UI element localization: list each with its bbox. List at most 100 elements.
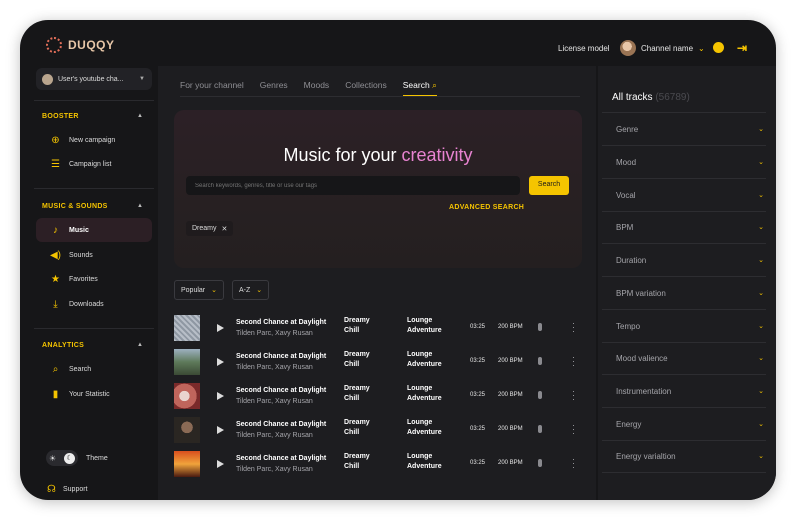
track-artist[interactable]: Tilden Parc, Xavy Rusan xyxy=(236,330,313,337)
track-row[interactable]: Second Chance at Daylight Tilden Parc, X… xyxy=(174,417,580,445)
sidebar-item-statistic[interactable]: ▮ Your Statistic xyxy=(36,382,152,406)
track-genres: Lounge Adventure xyxy=(407,418,457,438)
track-artist[interactable]: Tilden Parc, Xavy Rusan xyxy=(236,432,313,439)
filter-label: Vocal xyxy=(616,191,636,200)
track-row[interactable]: Second Chance at Daylight Tilden Parc, X… xyxy=(174,349,580,377)
notification-icon[interactable] xyxy=(713,42,724,53)
track-title[interactable]: Second Chance at Daylight xyxy=(236,319,326,326)
search-icon: ⌕ xyxy=(52,363,59,375)
track-title[interactable]: Second Chance at Daylight xyxy=(236,421,326,428)
sidebar-item-downloads[interactable]: ⤓ Downloads xyxy=(36,292,152,316)
divider xyxy=(602,178,766,179)
track-mood: Chill xyxy=(344,463,360,470)
divider xyxy=(34,100,154,101)
track-cover xyxy=(174,383,200,409)
filter-energy-variation[interactable]: Energy varialtion ⌄ xyxy=(616,452,764,461)
more-options-icon[interactable]: · · · xyxy=(572,421,575,438)
chevron-down-icon: ▼ xyxy=(139,76,145,82)
track-genres: Lounge Adventure xyxy=(407,452,457,472)
license-model-link[interactable]: License model xyxy=(558,44,610,53)
track-row[interactable]: Second Chance at Daylight Tilden Parc, X… xyxy=(174,451,580,479)
track-artist[interactable]: Tilden Parc, Xavy Rusan xyxy=(236,466,313,473)
hero-title-prefix: Music for your xyxy=(283,145,402,165)
sidebar-item-new-campaign[interactable]: ⊕ New campaign xyxy=(36,128,152,152)
tab-for-your-channel[interactable]: For your channel xyxy=(180,80,244,96)
track-duration: 03:25 xyxy=(470,358,486,364)
track-row[interactable]: Second Chance at Daylight Tilden Parc, X… xyxy=(174,315,580,343)
filter-genre[interactable]: Genre ⌄ xyxy=(616,125,764,134)
search-button[interactable]: Search xyxy=(529,176,569,195)
tab-search[interactable]: Search ⌕ xyxy=(402,80,437,96)
play-icon[interactable] xyxy=(217,358,224,366)
filter-duration[interactable]: Duration ⌄ xyxy=(616,256,764,265)
filter-instrumentation[interactable]: Instrumentation ⌄ xyxy=(616,387,764,396)
more-options-icon[interactable]: · · · xyxy=(572,353,575,370)
advanced-search-link[interactable]: ADVANCED SEARCH xyxy=(449,204,524,211)
chevron-down-icon: ⌄ xyxy=(758,159,764,166)
channel-select[interactable]: User's youtube cha... ▼ xyxy=(36,68,152,90)
sort-popular-select[interactable]: Popular ⌄ xyxy=(174,280,225,300)
microphone-icon xyxy=(538,391,542,399)
tab-genres[interactable]: Genres xyxy=(260,80,288,96)
play-icon[interactable] xyxy=(217,426,224,434)
filter-label: Energy varialtion xyxy=(616,452,676,461)
track-title[interactable]: Second Chance at Daylight xyxy=(236,353,326,360)
sidebar-item-search[interactable]: ⌕ Search xyxy=(36,357,152,381)
filter-tempo[interactable]: Tempo ⌄ xyxy=(616,322,764,331)
sidebar-item-favorites[interactable]: ★ Favorites xyxy=(36,267,152,291)
play-icon[interactable] xyxy=(217,460,224,468)
search-input[interactable] xyxy=(186,176,520,195)
plus-circle-icon: ⊕ xyxy=(51,134,60,146)
divider xyxy=(602,276,766,277)
track-title[interactable]: Second Chance at Daylight xyxy=(236,455,326,462)
chevron-up-icon[interactable]: ▲ xyxy=(137,342,143,348)
sidebar-item-campaign-list[interactable]: ☰ Campaign list xyxy=(36,152,152,176)
logo[interactable]: DUQQY xyxy=(46,37,115,53)
sidebar-item-music[interactable]: ♪ Music xyxy=(36,218,152,242)
tab-moods[interactable]: Moods xyxy=(304,80,330,96)
filter-mood-valience[interactable]: Mood valience ⌄ xyxy=(616,354,764,363)
play-icon[interactable] xyxy=(217,392,224,400)
microphone-icon xyxy=(538,459,542,467)
track-genre: Lounge xyxy=(407,385,433,392)
track-mood: Dreamy xyxy=(344,419,370,426)
avatar xyxy=(620,40,636,56)
sidebar-item-sounds[interactable]: ◀) Sounds xyxy=(36,243,152,267)
filter-bpm-variation[interactable]: BPM variation ⌄ xyxy=(616,289,764,298)
logo-mark-icon xyxy=(46,37,62,53)
tab-collections[interactable]: Collections xyxy=(345,80,387,96)
chevron-up-icon[interactable]: ▲ xyxy=(137,203,143,209)
track-mood: Dreamy xyxy=(344,453,370,460)
track-title[interactable]: Second Chance at Daylight xyxy=(236,387,326,394)
sort-alpha-select[interactable]: A-Z ⌄ xyxy=(232,280,270,300)
close-icon[interactable]: ✕ xyxy=(222,225,228,233)
track-row[interactable]: Second Chance at Daylight Tilden Parc, X… xyxy=(174,383,580,411)
track-bpm: 200 BPM xyxy=(498,460,523,466)
theme-toggle[interactable]: ☀ ☾ xyxy=(46,450,78,466)
chevron-up-icon[interactable]: ▲ xyxy=(137,113,143,119)
filter-vocal[interactable]: Vocal ⌄ xyxy=(616,191,764,200)
filter-label: BPM xyxy=(616,223,634,232)
search-hero: Music for your creativity Search ADVANCE… xyxy=(174,110,582,268)
track-bpm: 200 BPM xyxy=(498,358,523,364)
channel-menu[interactable]: Channel name ⌄ xyxy=(620,40,705,56)
support-link[interactable]: ☊ Support xyxy=(46,484,87,495)
filter-energy[interactable]: Energy ⌄ xyxy=(616,420,764,429)
track-artist[interactable]: Tilden Parc, Xavy Rusan xyxy=(236,398,313,405)
play-icon[interactable] xyxy=(217,324,224,332)
filter-chip-dreamy[interactable]: Dreamy ✕ xyxy=(186,221,234,236)
more-options-icon[interactable]: · · · xyxy=(572,455,575,472)
track-bpm: 200 BPM xyxy=(498,426,523,432)
track-duration: 03:25 xyxy=(470,392,486,398)
logout-icon[interactable]: ⇥ xyxy=(737,41,747,55)
more-options-icon[interactable]: · · · xyxy=(572,387,575,404)
download-icon: ⤓ xyxy=(53,298,58,310)
track-artist[interactable]: Tilden Parc, Xavy Rusan xyxy=(236,364,313,371)
more-options-icon[interactable]: · · · xyxy=(572,319,575,336)
filter-bpm[interactable]: BPM ⌄ xyxy=(616,223,764,232)
filter-mood[interactable]: Mood ⌄ xyxy=(616,158,764,167)
headset-icon: ☊ xyxy=(47,484,56,495)
channel-avatar xyxy=(42,73,53,85)
main-content: For your channel Genres Moods Collection… xyxy=(158,66,596,500)
chevron-down-icon: ⌄ xyxy=(758,388,764,395)
